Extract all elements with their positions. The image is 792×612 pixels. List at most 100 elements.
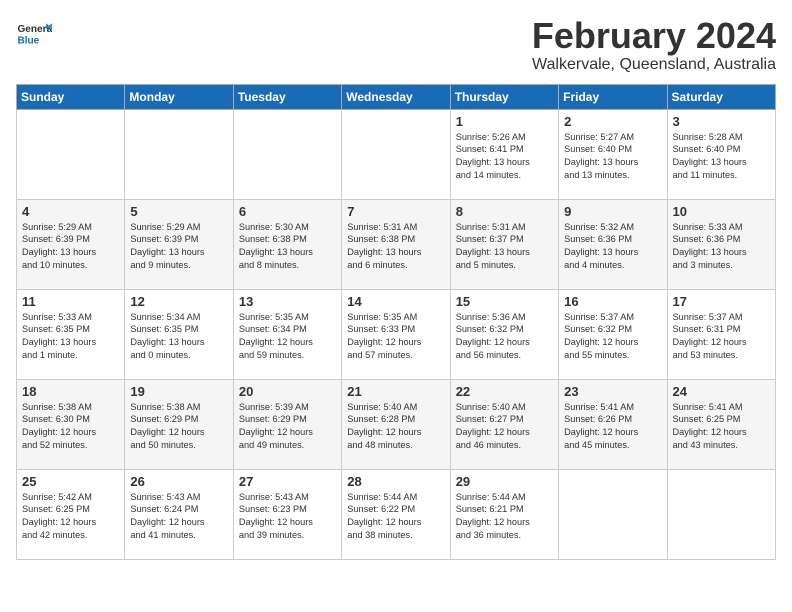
day-info: Sunrise: 5:39 AM Sunset: 6:29 PM Dayligh… (239, 401, 336, 453)
day-number: 10 (673, 204, 770, 219)
table-row: 2 Sunrise: 5:27 AM Sunset: 6:40 PM Daylig… (559, 109, 667, 199)
day-info: Sunrise: 5:43 AM Sunset: 6:23 PM Dayligh… (239, 491, 336, 543)
day-info: Sunrise: 5:35 AM Sunset: 6:34 PM Dayligh… (239, 311, 336, 363)
day-number: 17 (673, 294, 770, 309)
table-row: 24 Sunrise: 5:41 AM Sunset: 6:25 PM Dayli… (667, 379, 775, 469)
header-tuesday: Tuesday (233, 84, 341, 109)
day-info: Sunrise: 5:38 AM Sunset: 6:30 PM Dayligh… (22, 401, 119, 453)
day-info: Sunrise: 5:31 AM Sunset: 6:37 PM Dayligh… (456, 221, 553, 273)
header-friday: Friday (559, 84, 667, 109)
day-info: Sunrise: 5:32 AM Sunset: 6:36 PM Dayligh… (564, 221, 661, 273)
day-info: Sunrise: 5:30 AM Sunset: 6:38 PM Dayligh… (239, 221, 336, 273)
day-info: Sunrise: 5:31 AM Sunset: 6:38 PM Dayligh… (347, 221, 444, 273)
table-row: 27 Sunrise: 5:43 AM Sunset: 6:23 PM Dayli… (233, 469, 341, 559)
table-row (233, 109, 341, 199)
day-number: 27 (239, 474, 336, 489)
day-number: 13 (239, 294, 336, 309)
day-number: 24 (673, 384, 770, 399)
table-row: 25 Sunrise: 5:42 AM Sunset: 6:25 PM Dayli… (17, 469, 125, 559)
calendar-subtitle: Walkervale, Queensland, Australia (532, 56, 776, 74)
table-row: 21Sunrise: 5:40 AM Sunset: 6:28 PM Dayli… (342, 379, 450, 469)
calendar-title: February 2024 (532, 16, 776, 56)
table-row: 10Sunrise: 5:33 AM Sunset: 6:36 PM Dayli… (667, 199, 775, 289)
day-info: Sunrise: 5:27 AM Sunset: 6:40 PM Dayligh… (564, 131, 661, 183)
calendar-week-row: 18 Sunrise: 5:38 AM Sunset: 6:30 PM Dayli… (17, 379, 776, 469)
day-info: Sunrise: 5:34 AM Sunset: 6:35 PM Dayligh… (130, 311, 227, 363)
day-number: 8 (456, 204, 553, 219)
day-number: 18 (22, 384, 119, 399)
table-row: 22Sunrise: 5:40 AM Sunset: 6:27 PM Dayli… (450, 379, 558, 469)
table-row: 14 Sunrise: 5:35 AM Sunset: 6:33 PM Dayli… (342, 289, 450, 379)
table-row: 3 Sunrise: 5:28 AM Sunset: 6:40 PM Daylig… (667, 109, 775, 199)
day-number: 2 (564, 114, 661, 129)
table-row (342, 109, 450, 199)
day-info: Sunrise: 5:40 AM Sunset: 6:28 PM Dayligh… (347, 401, 444, 453)
day-number: 11 (22, 294, 119, 309)
day-number: 26 (130, 474, 227, 489)
day-number: 29 (456, 474, 553, 489)
day-info: Sunrise: 5:33 AM Sunset: 6:35 PM Dayligh… (22, 311, 119, 363)
day-number: 3 (673, 114, 770, 129)
logo: General Blue (16, 16, 52, 52)
table-row (667, 469, 775, 559)
day-info: Sunrise: 5:41 AM Sunset: 6:25 PM Dayligh… (673, 401, 770, 453)
table-row: 19 Sunrise: 5:38 AM Sunset: 6:29 PM Dayli… (125, 379, 233, 469)
day-number: 25 (22, 474, 119, 489)
table-row: 28 Sunrise: 5:44 AM Sunset: 6:22 PM Dayli… (342, 469, 450, 559)
table-row: 17 Sunrise: 5:37 AM Sunset: 6:31 PM Dayli… (667, 289, 775, 379)
day-number: 22 (456, 384, 553, 399)
day-info: Sunrise: 5:36 AM Sunset: 6:32 PM Dayligh… (456, 311, 553, 363)
table-row: 18 Sunrise: 5:38 AM Sunset: 6:30 PM Dayli… (17, 379, 125, 469)
table-row: 5 Sunrise: 5:29 AM Sunset: 6:39 PM Daylig… (125, 199, 233, 289)
table-row: 7 Sunrise: 5:31 AM Sunset: 6:38 PM Daylig… (342, 199, 450, 289)
day-number: 23 (564, 384, 661, 399)
table-row: 29 Sunrise: 5:44 AM Sunset: 6:21 PM Dayli… (450, 469, 558, 559)
page-header: General Blue February 2024 Walkervale, Q… (16, 16, 776, 74)
table-row: 1 Sunrise: 5:26 AM Sunset: 6:41 PM Daylig… (450, 109, 558, 199)
table-row: 11 Sunrise: 5:33 AM Sunset: 6:35 PM Dayli… (17, 289, 125, 379)
day-number: 9 (564, 204, 661, 219)
day-number: 5 (130, 204, 227, 219)
day-info: Sunrise: 5:42 AM Sunset: 6:25 PM Dayligh… (22, 491, 119, 543)
day-number: 4 (22, 204, 119, 219)
header-saturday: Saturday (667, 84, 775, 109)
table-row (559, 469, 667, 559)
day-info: Sunrise: 5:26 AM Sunset: 6:41 PM Dayligh… (456, 131, 553, 183)
logo-icon: General Blue (16, 16, 52, 52)
day-info: Sunrise: 5:28 AM Sunset: 6:40 PM Dayligh… (673, 131, 770, 183)
table-row: 12 Sunrise: 5:34 AM Sunset: 6:35 PM Dayli… (125, 289, 233, 379)
calendar-week-row: 1 Sunrise: 5:26 AM Sunset: 6:41 PM Daylig… (17, 109, 776, 199)
table-row (125, 109, 233, 199)
day-info: Sunrise: 5:38 AM Sunset: 6:29 PM Dayligh… (130, 401, 227, 453)
day-number: 28 (347, 474, 444, 489)
table-row: 9 Sunrise: 5:32 AM Sunset: 6:36 PM Daylig… (559, 199, 667, 289)
table-row: 6 Sunrise: 5:30 AM Sunset: 6:38 PM Daylig… (233, 199, 341, 289)
day-info: Sunrise: 5:37 AM Sunset: 6:32 PM Dayligh… (564, 311, 661, 363)
day-number: 19 (130, 384, 227, 399)
calendar-header-row: Sunday Monday Tuesday Wednesday Thursday… (17, 84, 776, 109)
day-number: 12 (130, 294, 227, 309)
table-row: 26 Sunrise: 5:43 AM Sunset: 6:24 PM Dayli… (125, 469, 233, 559)
calendar-week-row: 25 Sunrise: 5:42 AM Sunset: 6:25 PM Dayli… (17, 469, 776, 559)
day-number: 20 (239, 384, 336, 399)
day-info: Sunrise: 5:29 AM Sunset: 6:39 PM Dayligh… (130, 221, 227, 273)
day-info: Sunrise: 5:44 AM Sunset: 6:22 PM Dayligh… (347, 491, 444, 543)
day-info: Sunrise: 5:43 AM Sunset: 6:24 PM Dayligh… (130, 491, 227, 543)
calendar-table: Sunday Monday Tuesday Wednesday Thursday… (16, 84, 776, 560)
header-thursday: Thursday (450, 84, 558, 109)
day-info: Sunrise: 5:35 AM Sunset: 6:33 PM Dayligh… (347, 311, 444, 363)
table-row: 15 Sunrise: 5:36 AM Sunset: 6:32 PM Dayli… (450, 289, 558, 379)
table-row: 13 Sunrise: 5:35 AM Sunset: 6:34 PM Dayli… (233, 289, 341, 379)
day-number: 7 (347, 204, 444, 219)
table-row (17, 109, 125, 199)
calendar-week-row: 11 Sunrise: 5:33 AM Sunset: 6:35 PM Dayli… (17, 289, 776, 379)
day-number: 14 (347, 294, 444, 309)
day-info: Sunrise: 5:44 AM Sunset: 6:21 PM Dayligh… (456, 491, 553, 543)
header-monday: Monday (125, 84, 233, 109)
day-info: Sunrise: 5:37 AM Sunset: 6:31 PM Dayligh… (673, 311, 770, 363)
day-number: 6 (239, 204, 336, 219)
day-number: 15 (456, 294, 553, 309)
table-row: 8 Sunrise: 5:31 AM Sunset: 6:37 PM Daylig… (450, 199, 558, 289)
table-row: 23Sunrise: 5:41 AM Sunset: 6:26 PM Dayli… (559, 379, 667, 469)
day-number: 1 (456, 114, 553, 129)
